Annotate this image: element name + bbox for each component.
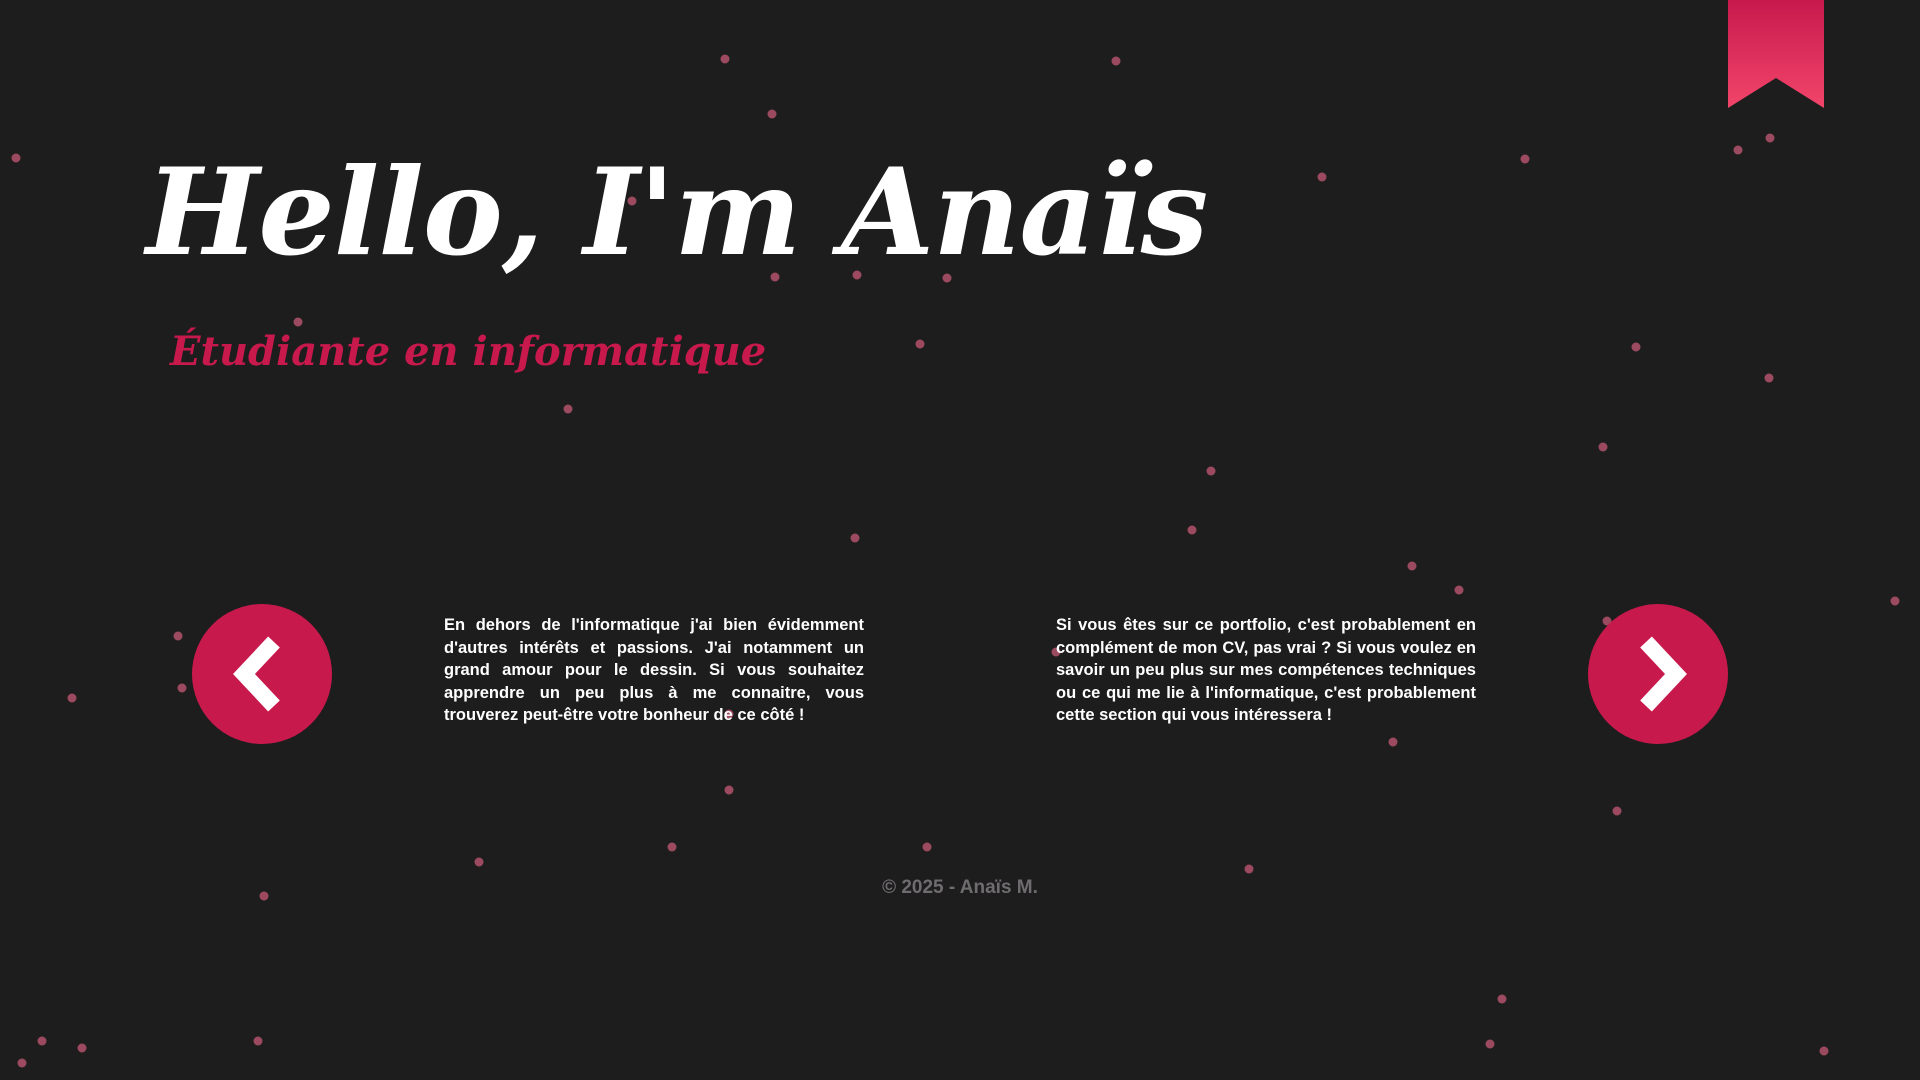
particle-dot bbox=[177, 683, 187, 693]
particle-dot bbox=[1485, 1039, 1495, 1049]
particle-dot bbox=[1206, 466, 1216, 476]
particle-dot bbox=[1317, 172, 1327, 182]
previous-section-button[interactable] bbox=[192, 604, 332, 744]
particle-dot bbox=[253, 1036, 263, 1046]
particle-dot bbox=[67, 693, 77, 703]
footer-copyright: © 2025 - Anaïs M. bbox=[882, 877, 1038, 898]
particle-dot bbox=[1765, 133, 1775, 143]
particle-dot bbox=[724, 785, 734, 795]
particle-dot bbox=[1598, 442, 1608, 452]
technical-section-text: Si vous êtes sur ce portfolio, c'est pro… bbox=[1056, 616, 1476, 724]
particle-dot bbox=[1520, 154, 1530, 164]
particle-dot bbox=[1890, 596, 1900, 606]
particle-dot bbox=[37, 1036, 47, 1046]
particle-dot bbox=[1733, 145, 1743, 155]
particle-dot bbox=[1497, 994, 1507, 1004]
particle-dot bbox=[1454, 585, 1464, 595]
particle-dot bbox=[1612, 806, 1622, 816]
hero-subtitle: Étudiante en informatique bbox=[170, 328, 767, 375]
particle-dot bbox=[77, 1043, 87, 1053]
particle-dot bbox=[915, 339, 925, 349]
particle-dot bbox=[11, 153, 21, 163]
particle-dot bbox=[667, 842, 677, 852]
particle-dot bbox=[1631, 342, 1641, 352]
particle-dot bbox=[922, 842, 932, 852]
particle-dot bbox=[173, 631, 183, 641]
particle-dot bbox=[720, 54, 730, 64]
particle-dot bbox=[1407, 561, 1417, 571]
chevron-right-icon bbox=[1640, 636, 1687, 712]
particle-dot bbox=[1187, 525, 1197, 535]
particle-dot bbox=[1111, 56, 1121, 66]
next-section-button[interactable] bbox=[1588, 604, 1728, 744]
particle-dot bbox=[767, 109, 777, 119]
bookmark-ribbon-icon[interactable] bbox=[1728, 0, 1824, 108]
particle-dot bbox=[17, 1058, 27, 1068]
particle-dot bbox=[1244, 864, 1254, 874]
particle-dot bbox=[1388, 737, 1398, 747]
chevron-left-icon bbox=[233, 636, 280, 712]
particle-dot bbox=[1764, 373, 1774, 383]
particle-dot bbox=[850, 533, 860, 543]
particle-dot bbox=[1819, 1046, 1829, 1056]
particle-dot bbox=[563, 404, 573, 414]
hero-title: Hello, I'm Anaïs bbox=[146, 142, 1208, 283]
personal-interests-text: En dehors de l'informatique j'ai bien év… bbox=[444, 616, 864, 724]
particle-dot bbox=[474, 857, 484, 867]
